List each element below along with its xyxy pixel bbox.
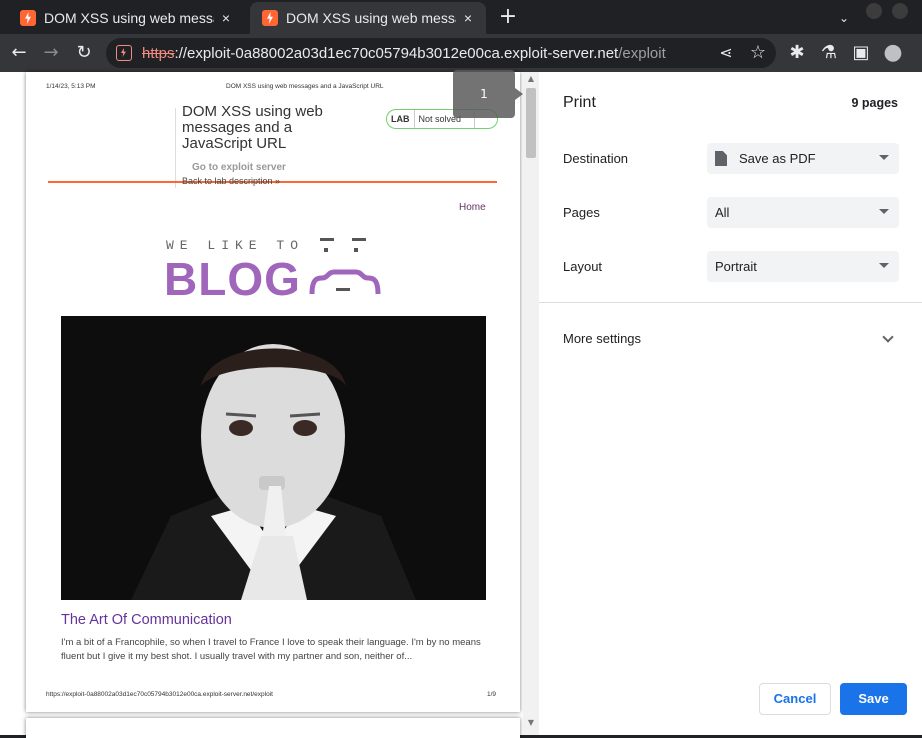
minimize-window-button[interactable] bbox=[866, 3, 882, 19]
scroll-down-arrow-icon[interactable]: ▼ bbox=[526, 718, 536, 728]
page-count: 9 pages bbox=[851, 96, 898, 110]
print-footer-url: https://exploit-0a88002a03d1ec70c05794b3… bbox=[46, 691, 273, 698]
close-tab-icon[interactable]: × bbox=[218, 10, 234, 26]
print-settings-panel: Print 9 pages Destination Save as PDF Pa… bbox=[539, 72, 922, 735]
pages-value: All bbox=[715, 205, 730, 220]
print-header-date: 1/14/23, 5:13 PM bbox=[46, 83, 96, 90]
browser-toolbar: ← → ↻ https://exploit-0a88002a03d1ec70c0… bbox=[0, 34, 922, 72]
destination-select[interactable]: Save as PDF bbox=[707, 143, 899, 174]
back-to-lab-description-link: Back to lab description » bbox=[182, 176, 281, 186]
pages-select[interactable]: All bbox=[707, 197, 899, 228]
destination-label: Destination bbox=[563, 151, 629, 166]
lab-title: DOM XSS using web messages and a JavaScr… bbox=[182, 103, 323, 152]
cancel-button[interactable]: Cancel bbox=[759, 683, 831, 715]
not-secure-icon[interactable] bbox=[116, 45, 132, 61]
blog-logo-wordmark: BLOG bbox=[164, 253, 301, 305]
page-number-tooltip: 1 bbox=[453, 70, 523, 118]
more-settings-toggle[interactable]: More settings bbox=[563, 331, 641, 346]
print-dialog-title: Print bbox=[563, 94, 596, 111]
url-scheme: https bbox=[142, 44, 175, 62]
chevron-down-icon[interactable] bbox=[882, 331, 894, 343]
extensions-icon[interactable]: ✱ bbox=[786, 42, 808, 64]
dropdown-caret-icon bbox=[879, 155, 889, 160]
dropdown-caret-icon bbox=[879, 209, 889, 214]
blog-logo-face-icon bbox=[309, 238, 381, 295]
nav-home-link: Home bbox=[459, 202, 486, 213]
mime-photo-icon bbox=[61, 316, 486, 600]
save-button[interactable]: Save bbox=[840, 683, 907, 715]
url-path: /exploit bbox=[618, 44, 666, 62]
profile-avatar-icon[interactable]: ● bbox=[882, 42, 904, 64]
post-title: The Art Of Communication bbox=[61, 612, 232, 628]
destination-value: Save as PDF bbox=[739, 151, 816, 166]
preview-scrollbar-thumb[interactable] bbox=[526, 88, 536, 158]
browser-tab-2-active[interactable]: DOM XSS using web messages and a JavaScr… bbox=[250, 2, 486, 34]
lab-label: LAB bbox=[387, 110, 415, 128]
close-tab-icon[interactable]: × bbox=[460, 10, 476, 26]
new-tab-button[interactable]: + bbox=[496, 6, 520, 30]
post-image bbox=[61, 316, 486, 600]
reload-button[interactable]: ↻ bbox=[73, 42, 95, 64]
share-icon[interactable]: ⋖ bbox=[715, 42, 737, 64]
tab-title: DOM XSS using web messages and a JavaScr… bbox=[286, 10, 456, 26]
layout-select[interactable]: Portrait bbox=[707, 251, 899, 282]
blog-logo-tagline: WE LIKE TO bbox=[166, 238, 305, 253]
tab-title: DOM XSS using web messages and a JavaScr… bbox=[44, 10, 214, 26]
post-excerpt: I'm a bit of a Francophile, so when I tr… bbox=[61, 637, 481, 662]
address-bar[interactable]: https://exploit-0a88002a03d1ec70c05794b3… bbox=[106, 38, 776, 68]
tab-strip: DOM XSS using web messages and a JavaScr… bbox=[0, 0, 922, 34]
panel-divider bbox=[539, 302, 922, 303]
preview-page-2 bbox=[26, 718, 520, 738]
preview-page-1: 1/14/23, 5:13 PM DOM XSS using web messa… bbox=[26, 72, 520, 712]
url-host: exploit-0a88002a03d1ec70c05794b3012e00ca… bbox=[187, 44, 619, 62]
labs-flask-icon[interactable]: ⚗ bbox=[818, 42, 840, 64]
layout-value: Portrait bbox=[715, 259, 757, 274]
lab-header-divider bbox=[175, 108, 176, 188]
bookmark-star-icon[interactable]: ☆ bbox=[747, 42, 769, 64]
back-button[interactable]: ← bbox=[8, 42, 30, 64]
forward-button[interactable]: → bbox=[40, 42, 62, 64]
dropdown-caret-icon bbox=[879, 263, 889, 268]
document-icon bbox=[715, 151, 727, 166]
side-panel-icon[interactable]: ▣ bbox=[850, 42, 872, 64]
tab-search-button[interactable]: ⌄ bbox=[834, 8, 854, 28]
lab-favicon-icon bbox=[262, 10, 278, 26]
preview-scrollbar[interactable] bbox=[523, 72, 539, 735]
scroll-up-arrow-icon[interactable]: ▲ bbox=[526, 74, 536, 84]
pages-label: Pages bbox=[563, 205, 600, 220]
maximize-window-button[interactable] bbox=[892, 3, 908, 19]
browser-tab-1[interactable]: DOM XSS using web messages and a JavaScr… bbox=[8, 2, 244, 34]
url-separator: :// bbox=[174, 44, 188, 62]
print-footer-page-number: 1/9 bbox=[487, 691, 497, 698]
lab-favicon-icon bbox=[20, 10, 36, 26]
print-header-title: DOM XSS using web messages and a JavaScr… bbox=[226, 83, 384, 90]
go-to-exploit-server-link: Go to exploit server bbox=[192, 162, 286, 173]
layout-label: Layout bbox=[563, 259, 603, 274]
